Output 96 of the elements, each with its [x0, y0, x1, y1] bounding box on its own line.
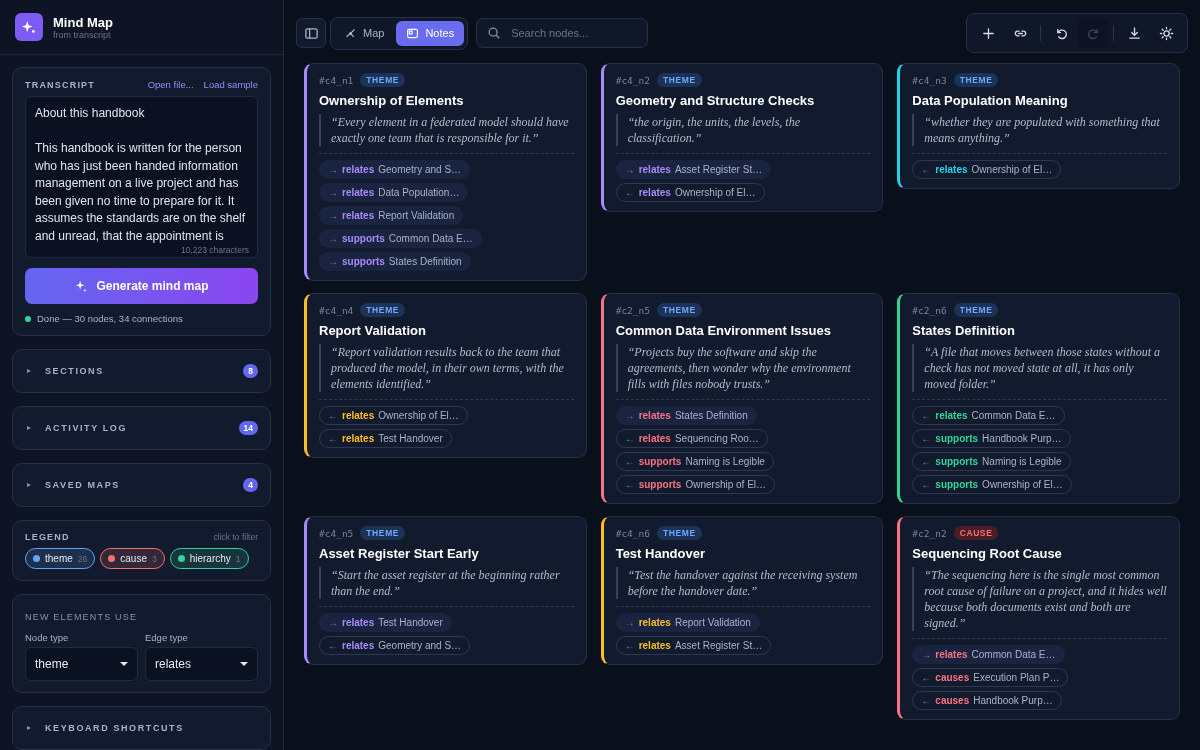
load-sample-link[interactable]: Load sample [203, 79, 258, 90]
node-id: #c4_n6 [615, 527, 650, 539]
card-title: Asset Register Start Early [319, 546, 480, 561]
panel-heading: TRANSCRIPT [25, 79, 95, 90]
connection-chip[interactable]: → relates Report Validation [319, 206, 464, 225]
note-card[interactable] [897, 293, 1180, 504]
cards-icon [406, 26, 420, 40]
field-label: Edge type [145, 632, 189, 643]
connection-chip[interactable]: → relates Common Data E… [912, 645, 1065, 664]
node-id: #c4_n1 [319, 74, 354, 86]
note-card[interactable]: #c4_n6 THEME Test Handover “Test the handover against the receiving system before the handover date.” → relates Report Validation ← relates Asset Register St… [600, 516, 884, 665]
open-file-link[interactable]: Open file... [147, 79, 194, 90]
card-quote: “Every element in a federated model should have exactly one team that is responsible for it.” [319, 114, 574, 146]
node-kind-tag: THEME [360, 526, 406, 540]
card-title: Data Population Meaning [912, 93, 1069, 108]
section-title: SAVED MAPS [45, 480, 121, 490]
node-id: #c2_n2 [912, 527, 947, 539]
collapsible-section[interactable]: KEYBOARD SHORTCUTS [12, 706, 271, 750]
node-kind-tag: THEME [657, 303, 702, 317]
connection-chip[interactable]: → relates Report Validation [615, 613, 760, 632]
card-quote: “A file that moves between those states without a check has not moved state at all, it has only moved folder.” [912, 344, 1167, 392]
search-icon [487, 26, 502, 40]
node-kind-tag: THEME [953, 303, 999, 317]
sparkle-icon [74, 279, 89, 293]
note-card[interactable] [304, 63, 587, 281]
collapsible-section[interactable]: SECTIONS 8 [12, 349, 271, 393]
card-title: Test Handover [615, 546, 706, 561]
node-kind-tag: THEME [360, 73, 406, 87]
card-title: Ownership of Elements [319, 93, 465, 108]
node-id: #c2_n6 [912, 304, 947, 316]
node-kind-tag: THEME [657, 526, 702, 540]
transcript-textarea[interactable]: About this handbook This handbook is written for the person who has just been handed information management on a live project and has been given no time to prepare for it. It assumes the standards are on the shelf and unread, that the appointment is 10,223 characters [25, 96, 258, 258]
node-type-select[interactable]: theme [25, 647, 138, 681]
collapsible-section[interactable]: SAVED MAPS 4 [12, 463, 271, 507]
node-kind-tag: THEME [360, 303, 406, 317]
card-quote: “whether they are populated with something that means anything.” [912, 114, 1167, 146]
view-tab[interactable]: Map [334, 20, 395, 46]
node-id: #c4_n5 [319, 527, 354, 539]
search-field[interactable]: Search nodes... [476, 18, 649, 48]
note-card[interactable]: #c4_n3 THEME Data Population Meaning “whether they are populated with something that means anything.” ← relates Ownership of El… [897, 63, 1180, 189]
connection-chip[interactable]: → relates Geometry and S… [319, 160, 471, 179]
count-badge: 4 [243, 478, 258, 492]
node-id: #c4_n2 [615, 74, 650, 86]
card-title: States Definition [912, 323, 1016, 338]
connection-chip[interactable]: → supports States Definition [319, 252, 471, 271]
sidebar-toggle-icon[interactable] [296, 18, 326, 48]
status-dot-icon [25, 315, 31, 322]
view-tab[interactable]: Notes [396, 20, 465, 46]
character-count: 10,223 characters [180, 245, 249, 255]
note-card[interactable]: #c4_n5 THEME Asset Register Start Early “Start the asset register at the beginning rather than the end.” → relates Test Handover ← relates Geometry and S… [304, 516, 587, 665]
card-title: Report Validation [319, 323, 427, 338]
card-quote: “The sequencing here is the single most common root cause of failure on a project, and it hides well because both documents exist and both are signed.” [912, 567, 1167, 631]
count-badge: 14 [238, 421, 258, 435]
connection-chip[interactable]: → relates Test Handover [319, 613, 452, 632]
section-title: ACTIVITY LOG [45, 423, 129, 433]
card-title: Geometry and Structure Checks [615, 93, 816, 108]
node-kind-tag: THEME [657, 73, 702, 87]
collapsible-section[interactable]: ACTIVITY LOG 14 [12, 406, 271, 450]
connection-chip[interactable]: → supports Common Data E… [319, 229, 482, 248]
panel-heading: LEGEND [25, 532, 70, 542]
node-id: #c4_n4 [319, 304, 354, 316]
generate-button[interactable]: Generate mind map [25, 268, 258, 304]
node-id: #c4_n3 [912, 74, 947, 86]
legend-chip[interactable]: theme 26 [25, 548, 96, 569]
filter-hint: click to filter [213, 532, 258, 542]
app-title: Mind Map [53, 14, 113, 30]
node-id: #c2_n5 [615, 304, 650, 316]
note-card[interactable] [600, 293, 884, 504]
note-card[interactable] [897, 516, 1180, 720]
connection-chip[interactable]: → relates Data Population… [319, 183, 469, 202]
card-quote: “Report validation results back to the team that produced the model, in their own terms, with the elements identified.” [319, 344, 574, 392]
card-quote: “Projects buy the software and skip the agreements, then wonder why the environment fills with files nobody trusts.” [615, 344, 871, 392]
search-input[interactable]: Search nodes... [509, 26, 634, 40]
connection-chip[interactable]: → relates States Definition [615, 406, 757, 425]
card-quote: “the origin, the units, the levels, the classification.” [615, 114, 871, 146]
app-subtitle: from transcript [53, 29, 111, 40]
connection-chip[interactable]: → relates Asset Register St… [615, 160, 772, 179]
card-quote: “Test the handover against the receiving system before the handover date.” [615, 567, 871, 599]
node-kind-tag: THEME [953, 73, 999, 87]
section-title: KEYBOARD SHORTCUTS [45, 723, 185, 733]
section-title: SECTIONS [45, 366, 105, 376]
branch-icon [344, 26, 357, 40]
card-quote: “Start the asset register at the beginning rather than the end.” [319, 567, 574, 599]
legend-chip[interactable]: hierarchy 1 [169, 548, 249, 569]
panel-heading: NEW ELEMENTS USE [25, 612, 138, 622]
sparkle-logo-icon [15, 13, 43, 41]
edge-type-select[interactable]: relates [145, 647, 258, 681]
node-kind-tag: CAUSE [953, 526, 999, 540]
legend-chip[interactable]: cause 3 [100, 548, 165, 569]
note-card[interactable]: #c4_n2 THEME Geometry and Structure Checks “the origin, the units, the levels, the classification.” → relates Asset Register St… ← relates Ownership of El… [600, 63, 884, 212]
card-title: Common Data Environment Issues [615, 323, 832, 338]
note-card[interactable] [304, 293, 587, 458]
count-badge: 8 [243, 364, 258, 378]
card-title: Sequencing Root Cause [912, 546, 1063, 561]
field-label: Node type [25, 632, 70, 643]
status-text: Done — 30 nodes, 34 connections [37, 313, 183, 324]
